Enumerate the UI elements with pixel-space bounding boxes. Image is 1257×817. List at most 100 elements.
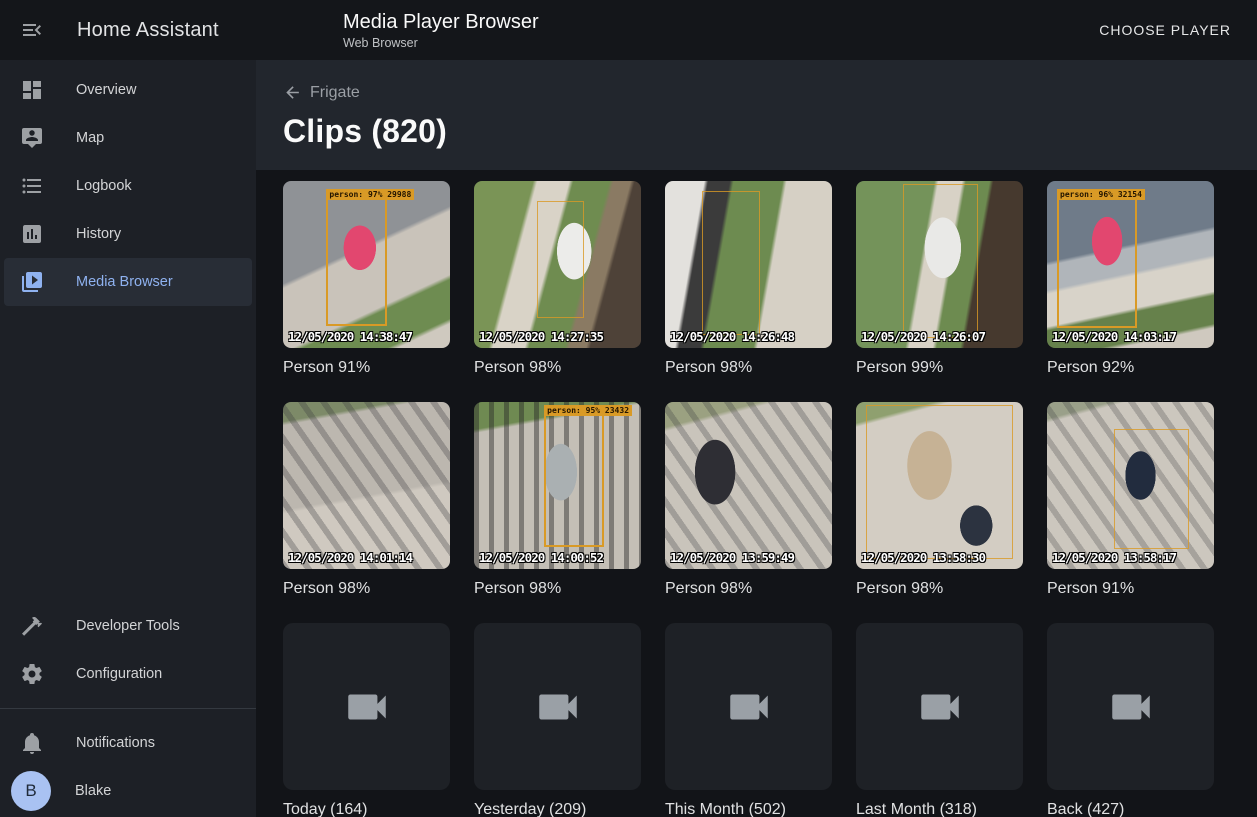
clip-timestamp-overlay: 12/05/2020 14:26:48 (670, 329, 794, 344)
sidebar-item-history[interactable]: History (0, 210, 256, 258)
media-folder-last-month[interactable]: Last Month (318) (856, 623, 1023, 817)
clip-thumbnail[interactable]: 12/05/2020 13:58:30 (856, 402, 1023, 569)
clip-thumbnail[interactable]: 12/05/2020 13:58:17 (1047, 402, 1214, 569)
arrow-left-icon (283, 83, 302, 102)
sidebar-item-label: Configuration (76, 666, 162, 682)
clip-label: Person 98% (665, 578, 832, 600)
clip-label: Person 98% (283, 578, 450, 600)
clip-timestamp-overlay: 12/05/2020 14:26:07 (861, 329, 985, 344)
folder-thumbnail[interactable] (1047, 623, 1214, 790)
sidebar-item-label: Notifications (76, 735, 155, 751)
clip-thumbnail[interactable]: person: 95% 23432 12/05/2020 14:00:52 (474, 402, 641, 569)
sidebar: Overview Map Logbook History (0, 60, 256, 817)
sidebar-item-user-profile[interactable]: B Blake (0, 767, 256, 815)
detection-bounding-box (537, 201, 584, 318)
breadcrumb-back[interactable]: Frigate (283, 83, 360, 102)
content-header: Frigate Clips (820) (256, 60, 1257, 170)
sidebar-item-map[interactable]: Map (0, 114, 256, 162)
clip-timestamp-overlay: 12/05/2020 13:59:49 (670, 550, 794, 565)
detection-bounding-box: person: 97% 29988 (326, 198, 386, 327)
media-clip[interactable]: person: 96% 32154 12/05/2020 14:03:17 Pe… (1047, 181, 1214, 379)
clip-label: Person 91% (283, 357, 450, 379)
view-dashboard-icon (20, 78, 44, 102)
gear-icon (20, 662, 44, 686)
media-folder-today[interactable]: Today (164) (283, 623, 450, 817)
home-assistant-app: Home Assistant Media Player Browser Web … (0, 0, 1257, 817)
top-app-bar: Home Assistant Media Player Browser Web … (0, 0, 1257, 60)
menu-open-icon[interactable] (20, 18, 44, 42)
media-clip[interactable]: 12/05/2020 14:26:48 Person 98% (665, 181, 832, 379)
folder-label: Yesterday (209) (474, 799, 641, 817)
clip-timestamp-overlay: 12/05/2020 13:58:17 (1052, 550, 1176, 565)
media-clip[interactable]: 12/05/2020 13:58:30 Person 98% (856, 402, 1023, 600)
bell-icon (20, 731, 44, 755)
sidebar-item-media-browser[interactable]: Media Browser (4, 258, 252, 306)
media-clip[interactable]: person: 95% 23432 12/05/2020 14:00:52 Pe… (474, 402, 641, 600)
sidebar-item-configuration[interactable]: Configuration (0, 650, 256, 698)
clip-thumbnail[interactable]: 12/05/2020 14:26:48 (665, 181, 832, 348)
page-title-block: Media Player Browser Web Browser (343, 10, 539, 50)
page-section-title: Clips (820) (283, 113, 1257, 150)
media-folder-back[interactable]: Back (427) (1047, 623, 1214, 817)
sidebar-divider (0, 708, 256, 709)
detection-bounding-box (702, 191, 760, 335)
clip-timestamp-overlay: 12/05/2020 14:27:35 (479, 329, 603, 344)
video-camera-icon (724, 682, 774, 732)
folder-thumbnail[interactable] (283, 623, 450, 790)
media-clip[interactable]: 12/05/2020 14:26:07 Person 99% (856, 181, 1023, 379)
video-camera-icon (1106, 682, 1156, 732)
media-clip[interactable]: 12/05/2020 13:58:17 Person 91% (1047, 402, 1214, 600)
media-clip[interactable]: 12/05/2020 14:27:35 Person 98% (474, 181, 641, 379)
breadcrumb-label: Frigate (310, 84, 360, 102)
clip-thumbnail[interactable]: 12/05/2020 14:27:35 (474, 181, 641, 348)
folder-thumbnail[interactable] (856, 623, 1023, 790)
sidebar-item-notifications[interactable]: Notifications (0, 719, 256, 767)
clip-thumbnail[interactable]: person: 97% 29988 12/05/2020 14:38:47 (283, 181, 450, 348)
sidebar-nav: Overview Map Logbook History (0, 60, 256, 306)
clip-label: Person 92% (1047, 357, 1214, 379)
folder-label: Today (164) (283, 799, 450, 817)
hammer-icon (20, 614, 44, 638)
sidebar-item-label: Overview (76, 82, 136, 98)
folder-thumbnail[interactable] (474, 623, 641, 790)
media-grid: person: 97% 29988 12/05/2020 14:38:47 Pe… (256, 170, 1257, 817)
media-clip[interactable]: 12/05/2020 13:59:49 Person 98% (665, 402, 832, 600)
clip-thumbnail[interactable]: 12/05/2020 14:01:14 (283, 402, 450, 569)
folder-label: Back (427) (1047, 799, 1214, 817)
clip-label: Person 98% (474, 357, 641, 379)
clip-thumbnail[interactable]: 12/05/2020 13:59:49 (665, 402, 832, 569)
clip-thumbnail[interactable]: person: 96% 32154 12/05/2020 14:03:17 (1047, 181, 1214, 348)
clip-label: Person 98% (856, 578, 1023, 600)
media-clip[interactable]: person: 97% 29988 12/05/2020 14:38:47 Pe… (283, 181, 450, 379)
clip-timestamp-overlay: 12/05/2020 14:01:14 (288, 550, 412, 565)
media-folder-yesterday[interactable]: Yesterday (209) (474, 623, 641, 817)
detection-bounding-box (903, 184, 978, 338)
page-title: Media Player Browser (343, 10, 539, 34)
media-clip[interactable]: 12/05/2020 14:01:14 Person 98% (283, 402, 450, 600)
clip-label: Person 91% (1047, 578, 1214, 600)
sidebar-item-logbook[interactable]: Logbook (0, 162, 256, 210)
clip-timestamp-overlay: 12/05/2020 13:58:30 (861, 550, 985, 565)
sidebar-item-label: Map (76, 130, 104, 146)
folder-label: Last Month (318) (856, 799, 1023, 817)
sidebar-item-overview[interactable]: Overview (0, 66, 256, 114)
clip-label: Person 98% (665, 357, 832, 379)
sidebar-item-label: Logbook (76, 178, 132, 194)
choose-player-button[interactable]: CHOOSE PLAYER (1089, 14, 1241, 46)
tooltip-account-icon (20, 126, 44, 150)
detection-bounding-box: person: 96% 32154 (1057, 198, 1137, 328)
media-folder-this-month[interactable]: This Month (502) (665, 623, 832, 817)
clip-timestamp-overlay: 12/05/2020 14:03:17 (1052, 329, 1176, 344)
sidebar-item-label: Developer Tools (76, 618, 180, 634)
detection-label: person: 97% 29988 (326, 189, 414, 200)
clip-timestamp-overlay: 12/05/2020 14:38:47 (288, 329, 412, 344)
sidebar-item-developer-tools[interactable]: Developer Tools (0, 602, 256, 650)
folder-thumbnail[interactable] (665, 623, 832, 790)
user-name-label: Blake (75, 783, 111, 799)
clip-label: Person 98% (474, 578, 641, 600)
clip-thumbnail[interactable]: 12/05/2020 14:26:07 (856, 181, 1023, 348)
clip-timestamp-overlay: 12/05/2020 14:00:52 (479, 550, 603, 565)
topbar-left-section: Home Assistant (0, 18, 256, 42)
sidebar-item-label: Media Browser (76, 274, 173, 290)
video-camera-icon (342, 682, 392, 732)
